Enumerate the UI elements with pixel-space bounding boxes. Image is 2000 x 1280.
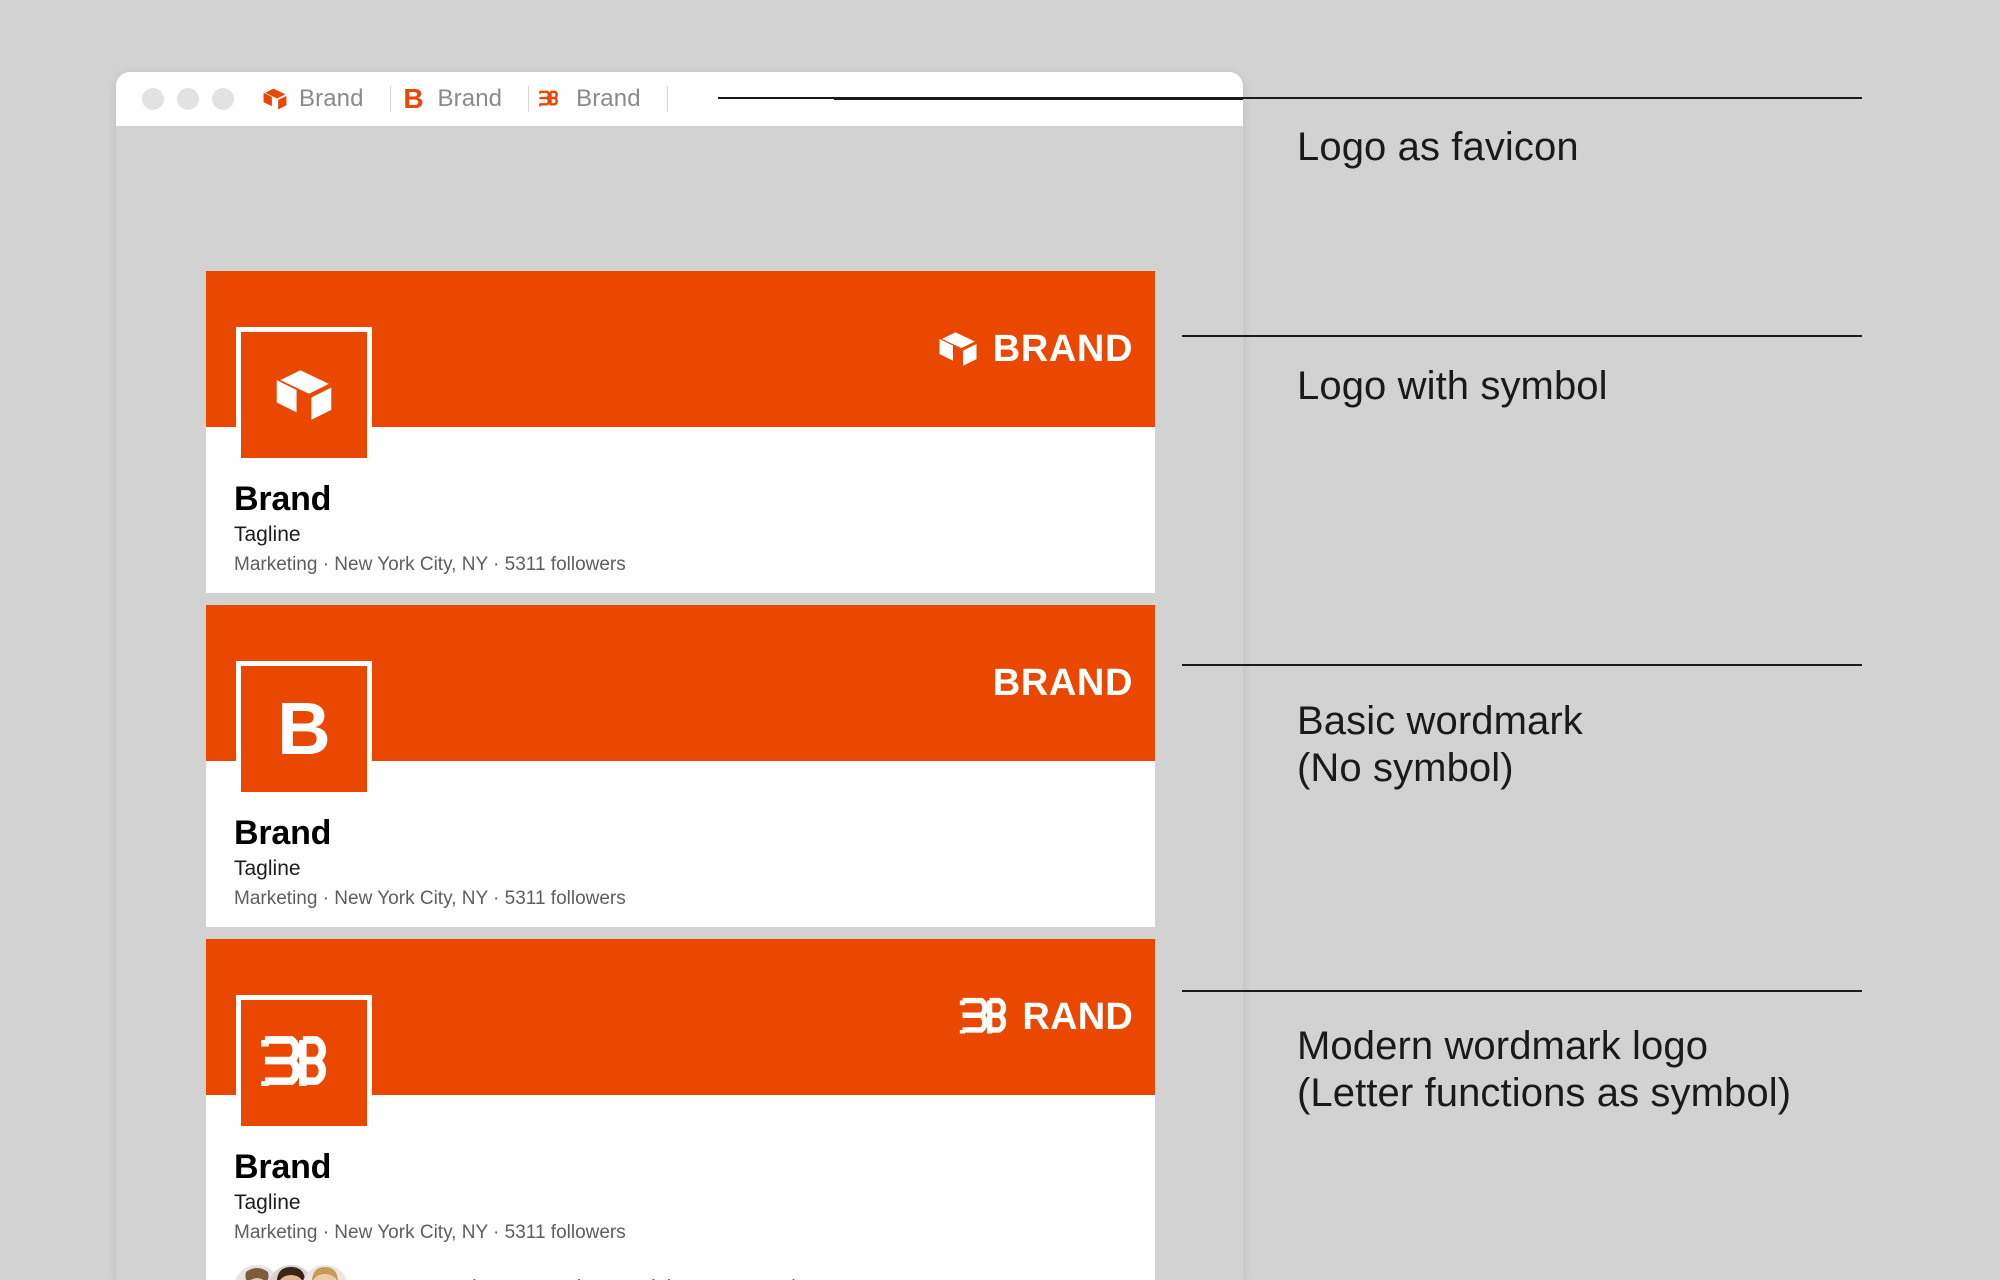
annotation-label-modern-wordmark: Modern wordmark logo (Letter functions a… <box>1297 1024 1792 1116</box>
avatar-group[interactable] <box>234 1265 348 1280</box>
company-card-3: RAND Brand Tagline Marketing · New York … <box>206 939 1155 1280</box>
annotation-leader-line-4 <box>1182 990 1862 992</box>
screenshot-root: Brand B Brand Brand BRAND Brand Tagline … <box>0 0 2000 1280</box>
tab-divider <box>666 86 668 112</box>
card-1-meta: Marketing · New York City, NY · 5311 fol… <box>234 554 626 576</box>
annotation-label-logo-symbol: Logo with symbol <box>1297 364 1608 408</box>
card-3-company-name: Brand <box>234 1148 332 1187</box>
three-b-monogram-icon <box>260 1036 326 1087</box>
card-3-banner-logo: RAND <box>959 997 1133 1037</box>
card-2-text: Brand Tagline Marketing · New York City,… <box>234 761 1155 927</box>
avatar <box>302 1265 348 1280</box>
card-1-text: Brand Tagline Marketing · New York City,… <box>234 427 1155 593</box>
card-1-wordmark-text: BRAND <box>992 328 1133 370</box>
card-2-body: B Brand Tagline Marketing · New York Cit… <box>206 661 1155 928</box>
trifold-symbol-icon <box>939 332 977 366</box>
three-b-monogram-icon <box>959 998 1007 1034</box>
card-1-banner-logo: BRAND <box>937 328 1133 370</box>
browser-tab-3-label: Brand <box>576 85 641 112</box>
trifold-symbol-icon <box>276 370 332 420</box>
annotation-label-basic-wordmark: Basic wordmark (No symbol) <box>1297 699 1583 791</box>
card-1-tagline: Tagline <box>234 523 301 547</box>
tab-divider <box>389 86 391 112</box>
card-1-body: Brand Tagline Marketing · New York City,… <box>206 327 1155 594</box>
card-2-wordmark-text: BRAND <box>992 662 1133 705</box>
company-card-1: BRAND Brand Tagline Marketing · New York… <box>206 271 1155 594</box>
annotation-leader-line-3 <box>1182 664 1862 666</box>
card-3-connections: Sara & 15 other connections work here · … <box>234 1265 1155 1280</box>
letter-b-icon: B <box>403 83 424 114</box>
browser-tab-1[interactable]: Brand <box>260 79 382 119</box>
maximize-window-icon[interactable] <box>212 88 234 110</box>
window-controls[interactable] <box>142 88 234 110</box>
card-2-avatar[interactable]: B <box>236 661 372 798</box>
page-canvas: BRAND Brand Tagline Marketing · New York… <box>116 126 1243 1280</box>
annotation-leader-line-1 <box>718 97 1862 99</box>
company-card-feed: BRAND Brand Tagline Marketing · New York… <box>206 271 1155 1280</box>
browser-tab-2[interactable]: B Brand <box>399 79 521 119</box>
browser-tabstrip: Brand B Brand Brand <box>260 79 676 119</box>
card-3-body: Brand Tagline Marketing · New York City,… <box>206 995 1155 1280</box>
card-2-tagline: Tagline <box>234 857 301 881</box>
browser-tab-3[interactable]: Brand <box>537 79 659 119</box>
card-1-company-name: Brand <box>234 480 332 518</box>
annotation-label-favicon: Logo as favicon <box>1297 125 1579 169</box>
card-3-wordmark-text: RAND <box>1022 996 1133 1039</box>
card-3-meta: Marketing · New York City, NY · 5311 fol… <box>234 1222 626 1244</box>
browser-tab-2-label: Brand <box>437 85 503 112</box>
card-2-company-name: Brand <box>234 814 332 853</box>
card-1-avatar[interactable] <box>236 327 372 463</box>
minimize-window-icon[interactable] <box>177 88 199 110</box>
letter-b-icon: B <box>277 687 331 771</box>
card-2-banner-logo: BRAND <box>993 664 1133 702</box>
close-window-icon[interactable] <box>142 88 164 110</box>
tab-divider <box>528 86 530 112</box>
card-3-avatar[interactable] <box>236 995 372 1132</box>
card-3-tagline: Tagline <box>234 1191 301 1215</box>
card-2-meta: Marketing · New York City, NY · 5311 fol… <box>234 888 626 910</box>
card-3-text: Brand Tagline Marketing · New York City,… <box>234 1095 1155 1280</box>
annotation-leader-line-2 <box>1182 335 1862 337</box>
browser-tab-1-label: Brand <box>299 85 364 112</box>
browser-window: Brand B Brand Brand BRAND Brand Tagline … <box>116 72 1243 1280</box>
company-card-2: BRAND B Brand Tagline Marketing · New Yo… <box>206 605 1155 928</box>
trifold-symbol-icon <box>263 88 287 110</box>
browser-titlebar: Brand B Brand Brand <box>116 72 1243 126</box>
three-b-monogram-icon <box>539 90 558 107</box>
